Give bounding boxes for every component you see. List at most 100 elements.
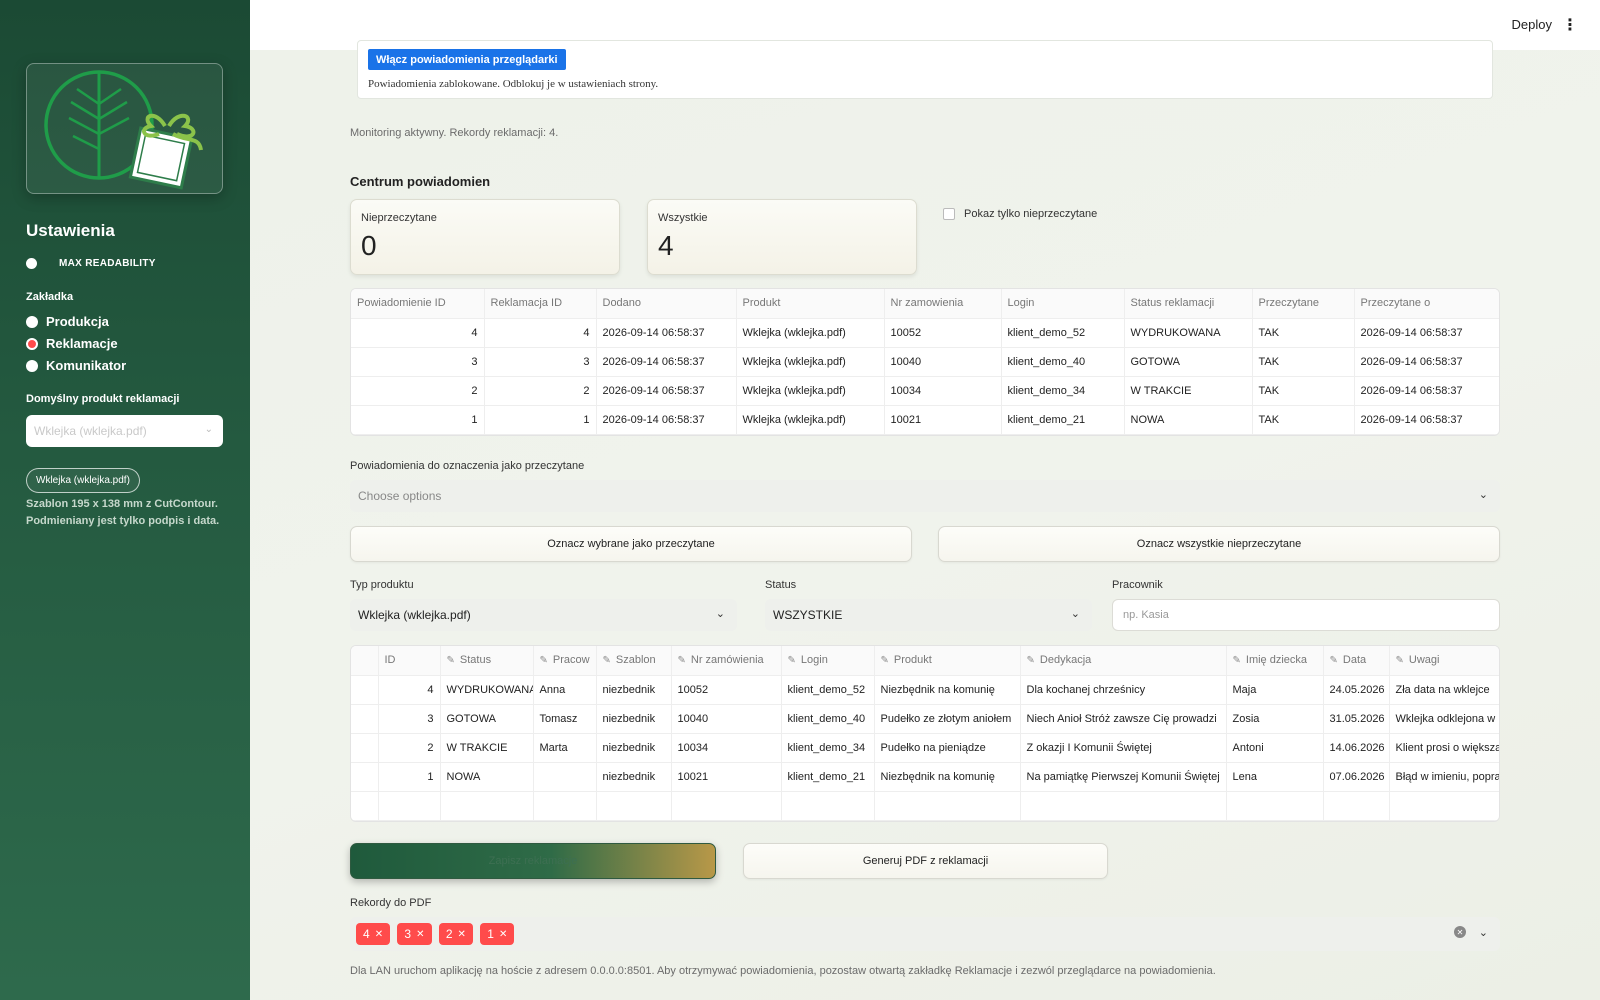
- cell[interactable]: 2: [378, 733, 441, 763]
- cell[interactable]: 2026-09-14 06:58:37: [1354, 376, 1499, 406]
- cell[interactable]: Klient prosi o większą: [1389, 733, 1499, 763]
- cell[interactable]: TAK: [1252, 405, 1355, 435]
- cell[interactable]: Błąd w imieniu, popra: [1389, 762, 1499, 792]
- radio-dot-selected[interactable]: [26, 337, 38, 350]
- cell[interactable]: klient_demo_34: [1001, 376, 1125, 406]
- radio-produkcja[interactable]: Produkcja: [26, 314, 109, 329]
- cell[interactable]: klient_demo_52: [1001, 318, 1125, 348]
- row-selector[interactable]: [351, 791, 379, 821]
- cell[interactable]: WYDRUKOWANA: [440, 675, 534, 705]
- column-header[interactable]: Przeczytane o: [1354, 289, 1499, 319]
- record-tag[interactable]: 4 ✕: [356, 923, 391, 945]
- table-row[interactable]: 4 4 2026-09-14 06:58:37 Wklejka (wklejka…: [351, 318, 1499, 348]
- kebab-menu-icon[interactable]: ⋮: [1562, 15, 1578, 35]
- cell[interactable]: Wklejka (wklejka.pdf): [736, 405, 885, 435]
- cell[interactable]: 2: [484, 376, 597, 406]
- cell[interactable]: Niech Anioł Stróż zawsze Cię prowadzi: [1020, 704, 1227, 734]
- cell[interactable]: [671, 791, 782, 821]
- cell[interactable]: Dla kochanej chrześnicy: [1020, 675, 1227, 705]
- record-tag[interactable]: 2 ✕: [438, 923, 473, 945]
- cell[interactable]: niezbednik: [596, 762, 672, 792]
- cell[interactable]: 2: [351, 376, 485, 406]
- cell[interactable]: Zosia: [1226, 704, 1324, 734]
- cell[interactable]: WYDRUKOWANA: [1124, 318, 1253, 348]
- cell[interactable]: 2026-09-14 06:58:37: [596, 318, 737, 348]
- column-header[interactable]: ✎ Uwagi: [1389, 646, 1499, 676]
- column-header[interactable]: ✎ Imię dziecka: [1226, 646, 1324, 676]
- status-filter-select[interactable]: WSZYSTKIE ⌄: [765, 599, 1092, 631]
- unread-only-checkbox[interactable]: Pokaz tylko nieprzeczytane: [943, 208, 1097, 220]
- cell[interactable]: 1: [484, 405, 597, 435]
- cell[interactable]: [440, 791, 534, 821]
- mark-all-unread-button[interactable]: Oznacz wszystkie nieprzeczytane: [938, 526, 1500, 562]
- row-selector[interactable]: [351, 675, 379, 705]
- cell[interactable]: Pudełko ze złotym aniołem: [874, 704, 1021, 734]
- cell[interactable]: TAK: [1252, 318, 1355, 348]
- toggle-knob[interactable]: [26, 258, 37, 269]
- default-product-select[interactable]: Wklejka (wklejka.pdf) ⌄: [26, 415, 223, 447]
- cell[interactable]: Pudełko na pieniądze: [874, 733, 1021, 763]
- cell[interactable]: GOTOWA: [440, 704, 534, 734]
- deploy-button[interactable]: Deploy: [1512, 17, 1552, 32]
- cell[interactable]: [781, 791, 875, 821]
- cell[interactable]: NOWA: [440, 762, 534, 792]
- column-header[interactable]: ✎ Produkt: [874, 646, 1021, 676]
- cell[interactable]: 2026-09-14 06:58:37: [1354, 405, 1499, 435]
- cell[interactable]: niezbednik: [596, 675, 672, 705]
- chevron-down-icon[interactable]: ⌄: [1479, 926, 1488, 939]
- cell[interactable]: Niezbędnik na komunię: [874, 675, 1021, 705]
- cell[interactable]: [1323, 791, 1390, 821]
- cell[interactable]: 10040: [884, 347, 1002, 377]
- cell[interactable]: [596, 791, 672, 821]
- cell[interactable]: 4: [351, 318, 485, 348]
- cell[interactable]: 3: [378, 704, 441, 734]
- cell[interactable]: Wklejka (wklejka.pdf): [736, 318, 885, 348]
- remove-tag-icon[interactable]: ✕: [458, 929, 466, 940]
- cell[interactable]: 10040: [671, 704, 782, 734]
- cell[interactable]: klient_demo_21: [1001, 405, 1125, 435]
- cell[interactable]: 10034: [884, 376, 1002, 406]
- cell[interactable]: klient_demo_21: [781, 762, 875, 792]
- cell[interactable]: GOTOWA: [1124, 347, 1253, 377]
- column-header[interactable]: Login: [1001, 289, 1125, 319]
- column-header[interactable]: ✎ Pracow: [533, 646, 597, 676]
- cell[interactable]: 10034: [671, 733, 782, 763]
- cell[interactable]: 07.06.2026: [1323, 762, 1390, 792]
- cell[interactable]: 4: [378, 675, 441, 705]
- record-tag[interactable]: 1 ✕: [480, 923, 515, 945]
- cell[interactable]: Tomasz: [533, 704, 597, 734]
- cell[interactable]: klient_demo_34: [781, 733, 875, 763]
- cell[interactable]: 2026-09-14 06:58:37: [596, 405, 737, 435]
- table-row[interactable]: 3 3 2026-09-14 06:58:37 Wklejka (wklejka…: [351, 347, 1499, 377]
- cell[interactable]: TAK: [1252, 376, 1355, 406]
- remove-tag-icon[interactable]: ✕: [416, 929, 424, 940]
- checkbox-box[interactable]: [943, 208, 955, 220]
- cell[interactable]: 2026-09-14 06:58:37: [596, 347, 737, 377]
- column-header[interactable]: Produkt: [736, 289, 885, 319]
- column-header[interactable]: ✎ Nr zamówienia: [671, 646, 782, 676]
- cell[interactable]: klient_demo_40: [781, 704, 875, 734]
- cell[interactable]: [533, 791, 597, 821]
- cell[interactable]: Maja: [1226, 675, 1324, 705]
- table-row[interactable]: 2 W TRAKCIE Marta niezbednik 10034 klien…: [351, 733, 1499, 763]
- worker-input[interactable]: np. Kasia: [1112, 599, 1500, 631]
- table-row[interactable]: 3 GOTOWA Tomasz niezbednik 10040 klient_…: [351, 704, 1499, 734]
- notifications-table[interactable]: Powiadomienie ID Reklamacja ID Dodano Pr…: [350, 288, 1500, 436]
- cell[interactable]: 10052: [884, 318, 1002, 348]
- cell[interactable]: W TRAKCIE: [440, 733, 534, 763]
- column-header[interactable]: ✎ Status: [440, 646, 534, 676]
- cell[interactable]: TAK: [1252, 347, 1355, 377]
- cell[interactable]: 10021: [671, 762, 782, 792]
- row-selector[interactable]: [351, 704, 379, 734]
- save-complaints-button[interactable]: Zapisz reklamacje: [350, 843, 716, 879]
- table-row[interactable]: 4 WYDRUKOWANA Anna niezbednik 10052 klie…: [351, 675, 1499, 705]
- column-header[interactable]: Powiadomienie ID: [351, 289, 485, 319]
- cell[interactable]: Anna: [533, 675, 597, 705]
- cell[interactable]: 2026-09-14 06:58:37: [596, 376, 737, 406]
- complaints-table[interactable]: ID ✎ Status ✎ Pracow ✎ Szablon ✎ Nr zamówien…: [350, 645, 1500, 822]
- column-header[interactable]: Nr zamowienia: [884, 289, 1002, 319]
- remove-tag-icon[interactable]: ✕: [375, 929, 383, 940]
- cell[interactable]: Niezbędnik na komunię: [874, 762, 1021, 792]
- cell[interactable]: [378, 791, 441, 821]
- cell[interactable]: 10021: [884, 405, 1002, 435]
